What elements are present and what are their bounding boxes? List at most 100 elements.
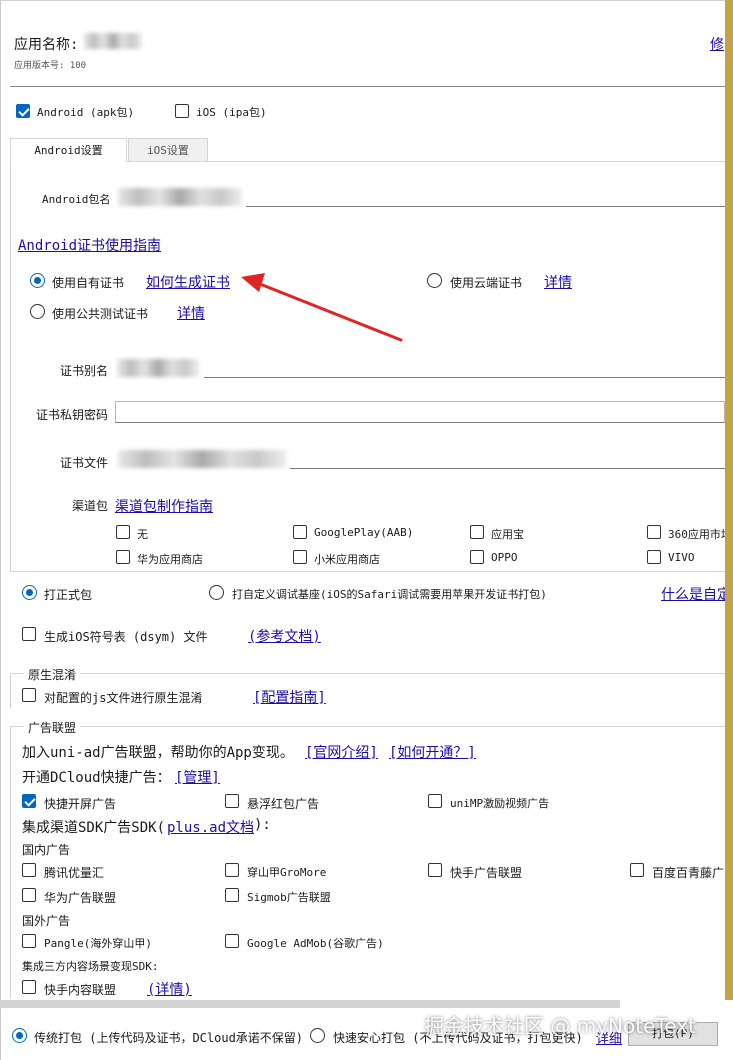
own-cert-radio[interactable] <box>30 273 45 288</box>
pangle-checkbox[interactable] <box>22 934 36 948</box>
obfuscation-section-left-border <box>10 673 11 708</box>
obfuscation-checkbox[interactable] <box>22 688 36 702</box>
ad-open-dcloud-text: 开通DCloud快捷广告： <box>22 770 171 786</box>
custom-base-radio[interactable] <box>209 585 224 600</box>
ad-section-title: 广告联盟 <box>24 719 81 736</box>
csj-gromore-label: 穿山甲GroMore <box>247 866 327 879</box>
app-name-value-redacted <box>84 33 142 49</box>
android-cert-guide-link[interactable]: Android证书使用指南 <box>18 235 161 255</box>
android-platform-checkbox[interactable] <box>16 104 30 118</box>
footer-separator <box>0 1000 620 1008</box>
sigmob-ads-label: Sigmob广告联盟 <box>247 891 331 904</box>
channel-none-checkbox[interactable] <box>116 525 130 539</box>
window-top-border <box>0 0 733 1</box>
channel-huawei-checkbox[interactable] <box>116 550 130 564</box>
channel-oppo-checkbox[interactable] <box>470 550 484 564</box>
obfuscation-label: 对配置的js文件进行原生混淆 <box>44 691 203 705</box>
unimp-reward-video-ad-checkbox[interactable] <box>428 794 442 808</box>
kuaishou-content-checkbox[interactable] <box>22 980 36 994</box>
channel-huawei-label: 华为应用商店 <box>137 553 203 566</box>
tab-panel-left-border <box>10 162 11 572</box>
sdk-text-suffix: ): <box>254 817 271 833</box>
public-test-cert-label: 使用公共测试证书 <box>52 307 149 321</box>
kuaishou-ads-checkbox[interactable] <box>428 863 442 877</box>
traditional-build-radio[interactable] <box>12 1028 27 1043</box>
pangle-label: Pangle(海外穿山甲) <box>44 937 152 950</box>
vertical-scrollbar[interactable] <box>725 0 733 1000</box>
tencent-ylh-label: 腾讯优量汇 <box>44 866 105 880</box>
ad-how-open-link[interactable]: [如何开通？] <box>389 742 476 762</box>
cert-alias-value-redacted <box>117 359 199 377</box>
floating-redpacket-ad-checkbox[interactable] <box>225 794 239 808</box>
channel-vivo-checkbox[interactable] <box>647 550 661 564</box>
ad-section-line <box>10 726 725 727</box>
obfuscation-section-line <box>10 673 725 674</box>
fast-safe-build-radio[interactable] <box>310 1028 325 1043</box>
cloud-cert-details-link[interactable]: 详情 <box>544 272 572 292</box>
channel-oppo-label: OPPO <box>491 551 518 564</box>
domestic-ads-label: 国内广告 <box>22 843 71 857</box>
tab-panel-bottom-border <box>10 571 725 572</box>
cert-file-label: 证书文件 <box>60 456 109 470</box>
dsym-label: 生成iOS符号表 (dsym) 文件 <box>44 630 208 644</box>
public-cert-details-link[interactable]: 详情 <box>177 303 205 323</box>
ad-manage-link[interactable]: [管理] <box>175 767 220 787</box>
sdk-text-prefix: 集成渠道SDK广告SDK( <box>22 820 166 836</box>
ios-platform-label: iOS (ipa包) <box>196 106 267 119</box>
cert-password-input[interactable] <box>115 401 725 423</box>
ad-official-link[interactable]: [官网介绍] <box>305 742 378 762</box>
app-name-label: 应用名称: <box>14 37 79 53</box>
how-to-generate-cert-link[interactable]: 如何生成证书 <box>146 272 230 292</box>
tab-android-settings[interactable]: Android设置 <box>10 138 127 162</box>
unimp-reward-video-ad-label: uniMP激励视频广告 <box>450 797 550 810</box>
window-left-border <box>0 0 1 1060</box>
cloud-cert-radio[interactable] <box>427 273 442 288</box>
obfuscation-config-link[interactable]: [配置指南] <box>253 687 326 707</box>
third-party-details-link[interactable]: (详情) <box>147 979 192 999</box>
formal-build-radio[interactable] <box>22 585 37 600</box>
cert-file-input[interactable] <box>290 468 725 469</box>
baidu-bqt-checkbox[interactable] <box>630 863 644 877</box>
tab-ios-settings[interactable]: iOS设置 <box>128 138 208 162</box>
cert-alias-input[interactable] <box>204 377 725 378</box>
dsym-reference-link[interactable]: (参考文档) <box>248 626 321 646</box>
ad-section-left-border <box>10 726 11 998</box>
channel-yingyongbao-checkbox[interactable] <box>470 525 484 539</box>
tencent-ylh-checkbox[interactable] <box>22 863 36 877</box>
what-is-custom-link[interactable]: 什么是自定 <box>661 584 725 604</box>
google-admob-checkbox[interactable] <box>225 934 239 948</box>
sdk-doc-link[interactable]: plus.ad文档 <box>167 817 254 837</box>
cloud-cert-label: 使用云端证书 <box>450 276 523 290</box>
quick-splash-ad-checkbox[interactable] <box>22 794 36 808</box>
kuaishou-ads-label: 快手广告联盟 <box>450 866 523 880</box>
overseas-ads-label: 国外广告 <box>22 914 71 928</box>
csj-gromore-checkbox[interactable] <box>225 863 239 877</box>
sigmob-ads-checkbox[interactable] <box>225 888 239 902</box>
channel-guide-link[interactable]: 渠道包制作指南 <box>115 496 213 516</box>
modify-link[interactable]: 修 <box>710 34 724 54</box>
huawei-ads-label: 华为广告联盟 <box>44 891 117 905</box>
annotation-arrow-icon <box>241 273 403 342</box>
third-party-sdk-label: 集成三方内容场景变现SDK: <box>22 960 159 973</box>
ad-join-text: 加入uni-ad广告联盟，帮助你的App变现。 <box>22 745 294 761</box>
channel-xiaomi-checkbox[interactable] <box>293 550 307 564</box>
obfuscation-section-title: 原生混淆 <box>24 666 81 683</box>
channel-vivo-label: VIVO <box>668 551 695 564</box>
channel-xiaomi-label: 小米应用商店 <box>314 553 380 566</box>
tab-panel-top-border <box>127 161 725 162</box>
channel-googleplay-label: GooglePlay(AAB) <box>314 526 414 539</box>
channel-googleplay-checkbox[interactable] <box>293 525 307 539</box>
channel-360-checkbox[interactable] <box>647 525 661 539</box>
traditional-build-label: 传统打包 (上传代码及证书，DCloud承诺不保留) <box>34 1031 304 1045</box>
cert-alias-label: 证书别名 <box>60 364 109 378</box>
quick-splash-ad-label: 快捷开屏广告 <box>44 797 117 811</box>
ios-platform-checkbox[interactable] <box>175 104 189 118</box>
channel-360-label: 360应用市场 <box>668 528 725 541</box>
public-test-cert-radio[interactable] <box>30 304 45 319</box>
android-platform-label: Android (apk包) <box>37 106 135 119</box>
android-package-input[interactable] <box>246 206 725 207</box>
custom-base-label: 打自定义调试基座(iOS的Safari调试需要用苹果开发证书打包) <box>232 588 547 601</box>
huawei-ads-checkbox[interactable] <box>22 888 36 902</box>
dsym-checkbox[interactable] <box>22 627 36 641</box>
own-cert-label: 使用自有证书 <box>52 276 125 290</box>
